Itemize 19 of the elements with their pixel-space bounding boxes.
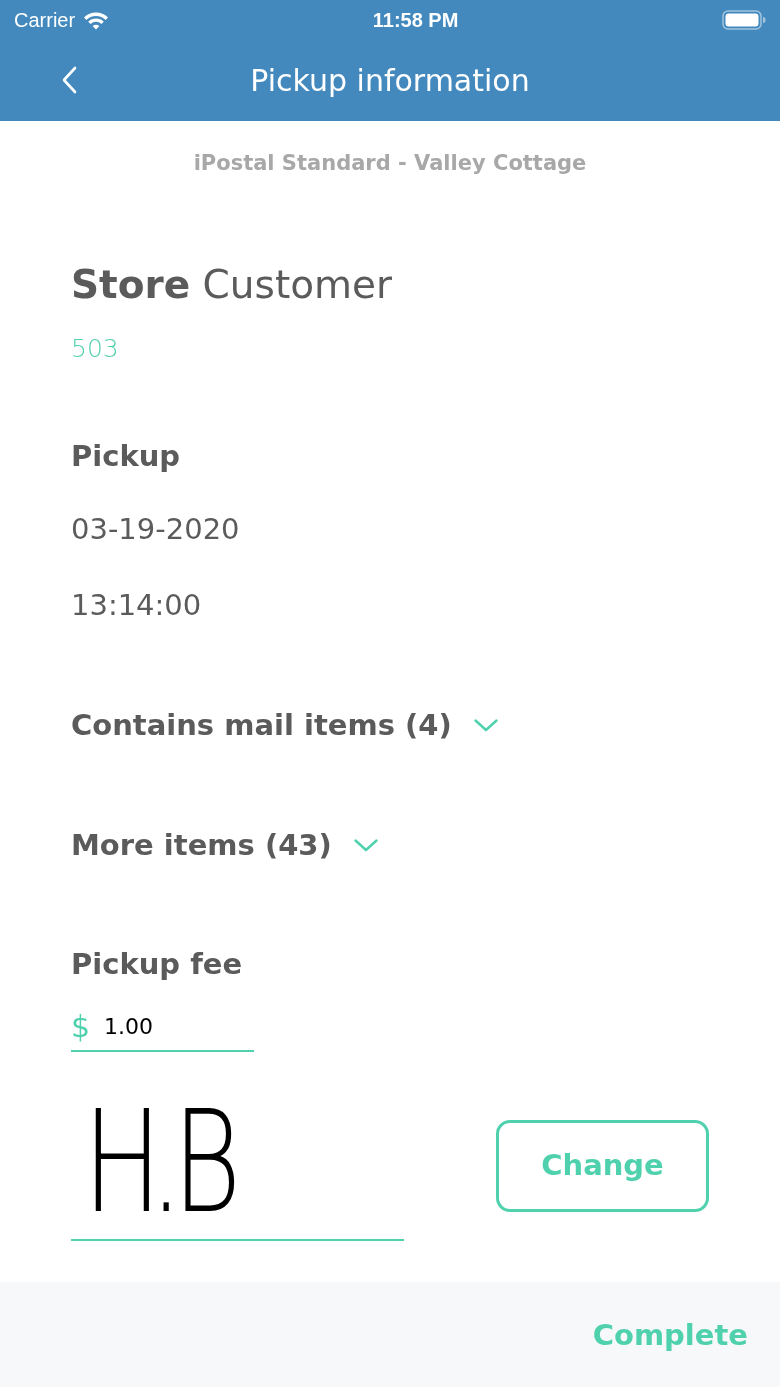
location-subtitle: iPostal Standard - Valley Cottage: [193, 150, 587, 177]
pickup-fee-label: Pickup fee: [71, 946, 243, 982]
chevron-down-icon: [353, 838, 378, 852]
pickup-date: 03-19-2020: [71, 511, 240, 547]
customer-name: Store Customer: [71, 261, 393, 309]
fee-input-field[interactable]: $ 1.00: [71, 1004, 254, 1052]
expandable-section-toggle[interactable]: More items (43): [71, 827, 378, 863]
pickup-heading: Pickup: [71, 438, 181, 474]
back-chevron-icon: [61, 66, 77, 94]
expandable-section-toggle[interactable]: Contains mail items (4): [71, 707, 498, 743]
chevron-down-icon: [473, 718, 498, 732]
wifi-icon: [83, 10, 110, 30]
customer-number: 503: [71, 333, 119, 365]
battery-icon: [722, 10, 766, 30]
signature-field[interactable]: H.B: [71, 1091, 404, 1241]
carrier-label: Carrier: [14, 8, 76, 33]
screen-title: Pickup information: [250, 61, 530, 100]
status-time: 11:58 PM: [372, 8, 459, 33]
pickup-time: 13:14:00: [71, 587, 202, 623]
